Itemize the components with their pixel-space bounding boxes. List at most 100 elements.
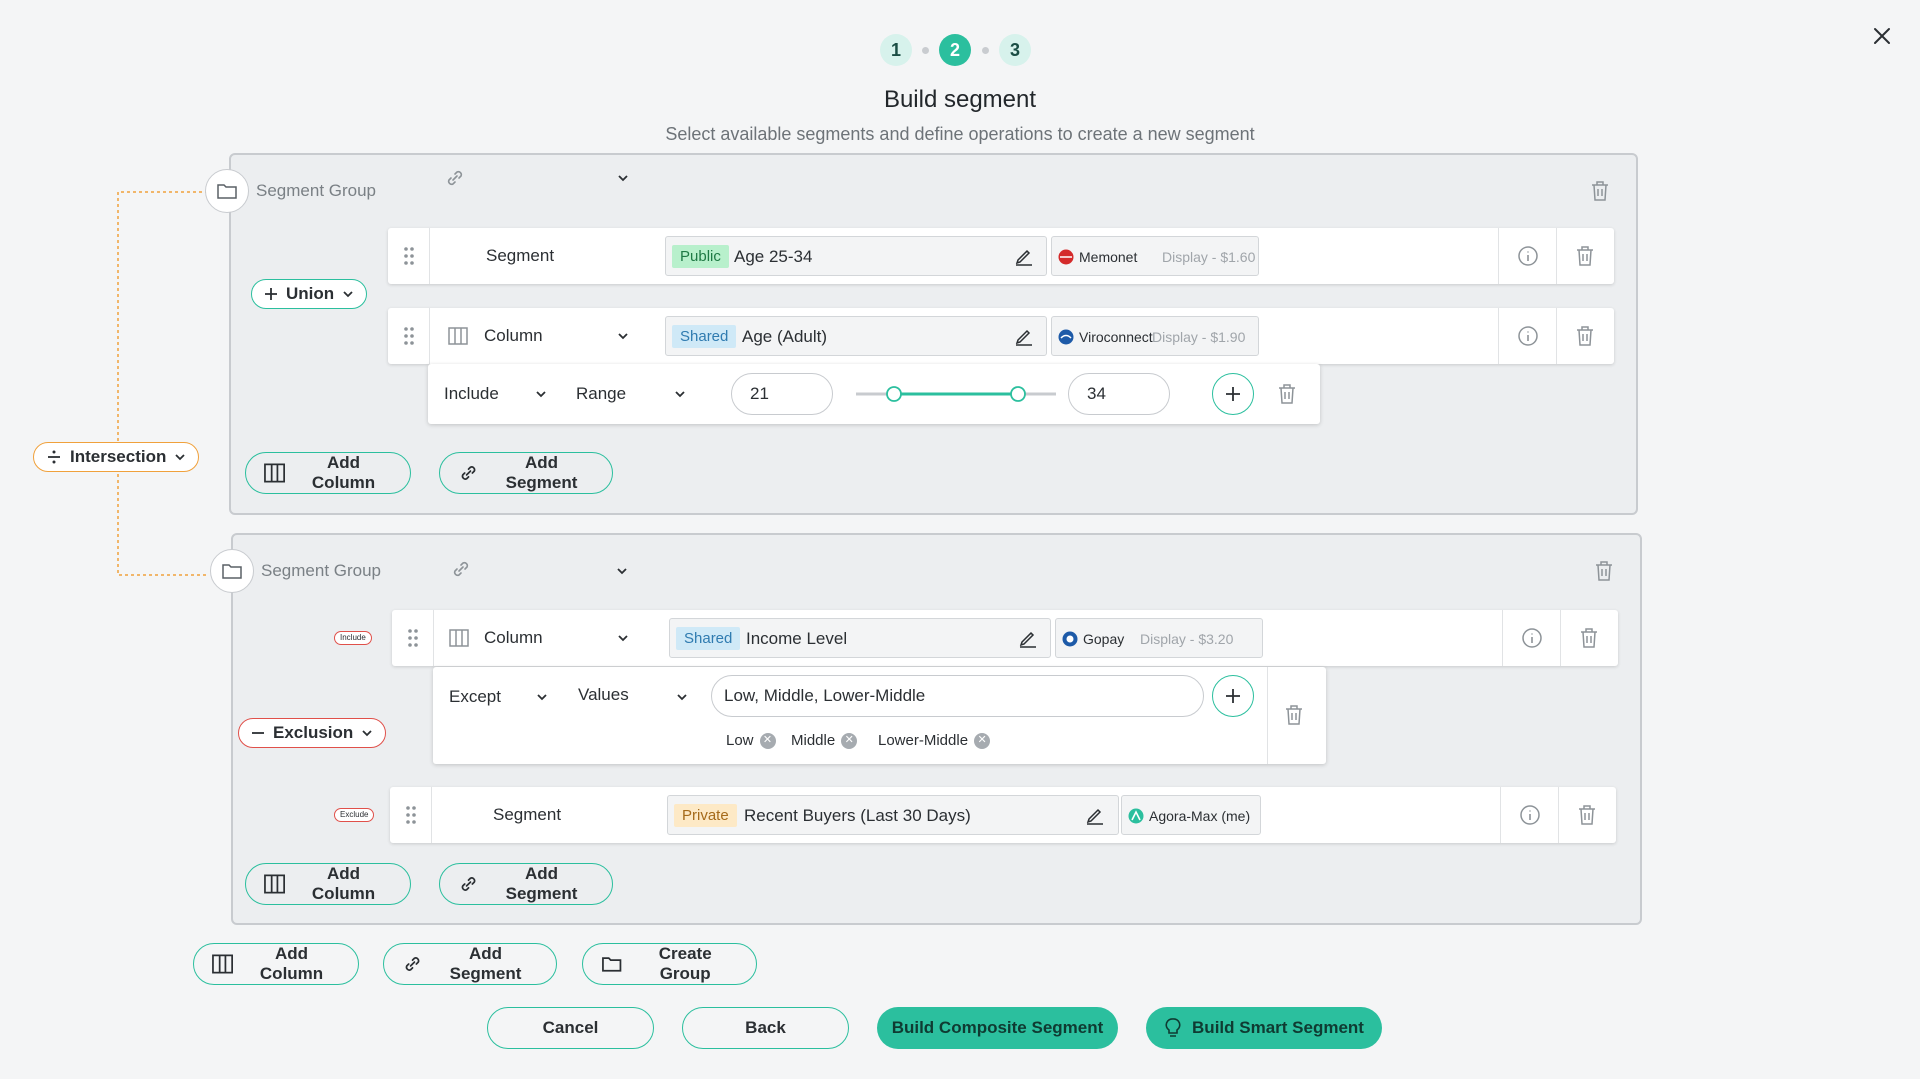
edit-icon[interactable] bbox=[1011, 323, 1037, 349]
edit-icon[interactable] bbox=[1082, 802, 1108, 828]
create-group-button[interactable]: Create Group bbox=[582, 943, 757, 985]
filter-op-select[interactable]: Values bbox=[578, 685, 629, 705]
add-value-button[interactable] bbox=[1212, 675, 1254, 717]
close-icon[interactable] bbox=[1870, 24, 1894, 48]
delete-group-icon[interactable] bbox=[1587, 178, 1613, 204]
edit-icon[interactable] bbox=[1011, 243, 1037, 269]
provider-field: Gopay Display - $3.20 bbox=[1055, 618, 1263, 658]
row-type-label: Column bbox=[484, 326, 543, 345]
add-filter-button[interactable] bbox=[1212, 373, 1254, 415]
back-button[interactable]: Back bbox=[682, 1007, 849, 1049]
step-2[interactable]: 2 bbox=[939, 34, 971, 66]
add-column-button[interactable]: Add Column bbox=[245, 863, 411, 905]
chevron-down-icon[interactable] bbox=[610, 165, 636, 191]
build-smart-segment-button[interactable]: Build Smart Segment bbox=[1146, 1007, 1382, 1049]
link-icon[interactable] bbox=[448, 556, 474, 582]
delete-icon[interactable] bbox=[1574, 802, 1600, 828]
value-chip: Middle ✕ bbox=[791, 732, 858, 749]
segment-field[interactable]: Private Recent Buyers (Last 30 Days) bbox=[667, 795, 1119, 835]
chevron-down-icon[interactable] bbox=[529, 684, 555, 710]
provider-name: Gopay bbox=[1083, 631, 1125, 647]
delete-icon[interactable] bbox=[1576, 625, 1602, 651]
value-chip: Lower-Middle ✕ bbox=[878, 732, 991, 749]
intersection-operator[interactable]: Intersection bbox=[33, 442, 200, 472]
lightbulb-icon bbox=[1165, 1018, 1181, 1037]
union-operator[interactable]: Union bbox=[251, 279, 368, 309]
memonet-logo-icon bbox=[1058, 249, 1074, 265]
step-2-label: 2 bbox=[949, 39, 960, 60]
chevron-down-icon[interactable] bbox=[669, 684, 695, 710]
group-label: Segment Group bbox=[261, 561, 382, 580]
column-icon bbox=[264, 463, 285, 483]
range-max-input[interactable]: 34 bbox=[1068, 373, 1170, 415]
chip-label: Middle bbox=[791, 732, 836, 749]
step-1[interactable]: 1 bbox=[880, 34, 912, 66]
column-row: Column Shared Age (Adult) Viroconnect Di… bbox=[388, 308, 1614, 364]
chevron-down-icon[interactable] bbox=[609, 558, 635, 584]
agora-logo-icon bbox=[1128, 808, 1144, 824]
step-dot bbox=[982, 47, 989, 54]
chevron-down-icon[interactable] bbox=[610, 323, 636, 349]
add-segment-button[interactable]: Add Segment bbox=[383, 943, 557, 985]
values-input[interactable]: Low, Middle, Lower-Middle bbox=[711, 675, 1204, 717]
range-min-input[interactable]: 21 bbox=[731, 373, 833, 415]
filter-mode-select[interactable]: Include bbox=[444, 384, 499, 404]
drag-handle-icon[interactable] bbox=[388, 228, 430, 284]
chevron-down-icon bbox=[343, 291, 353, 298]
cancel-button[interactable]: Cancel bbox=[487, 1007, 654, 1049]
divider bbox=[1502, 610, 1503, 666]
gopay-logo-icon bbox=[1062, 631, 1078, 647]
step-3[interactable]: 3 bbox=[999, 34, 1031, 66]
add-column-label: Add Column bbox=[259, 944, 324, 983]
create-group-label: Create Group bbox=[658, 944, 712, 983]
remove-chip-icon[interactable]: ✕ bbox=[974, 732, 991, 749]
info-icon[interactable] bbox=[1517, 802, 1543, 828]
drag-handle-icon[interactable] bbox=[390, 787, 432, 843]
chevron-down-icon[interactable] bbox=[528, 381, 554, 407]
status-badge: Shared bbox=[672, 325, 737, 348]
divider bbox=[1560, 610, 1561, 666]
add-segment-button[interactable]: Add Segment bbox=[439, 452, 613, 494]
remove-chip-icon[interactable]: ✕ bbox=[841, 732, 858, 749]
link-icon bbox=[405, 957, 420, 971]
add-column-button[interactable]: Add Column bbox=[193, 943, 359, 985]
drag-handle-icon[interactable] bbox=[392, 610, 434, 666]
add-column-button[interactable]: Add Column bbox=[245, 452, 411, 494]
provider-field: Memonet Display - $1.60 bbox=[1051, 236, 1259, 276]
info-icon[interactable] bbox=[1519, 625, 1545, 651]
slider-knob-max bbox=[1010, 386, 1026, 402]
link-icon bbox=[461, 466, 476, 480]
remove-chip-icon[interactable]: ✕ bbox=[759, 732, 776, 749]
filter-mode-select[interactable]: Except bbox=[449, 687, 501, 707]
chevron-down-icon[interactable] bbox=[610, 625, 636, 651]
filter-op-select[interactable]: Range bbox=[576, 384, 626, 404]
column-icon bbox=[449, 629, 469, 647]
info-icon[interactable] bbox=[1515, 323, 1541, 349]
range-slider[interactable] bbox=[856, 384, 1056, 404]
build-smart-label: Build Smart Segment bbox=[1192, 1018, 1364, 1037]
provider-field: Agora-Max (me) bbox=[1121, 795, 1261, 835]
delete-group-icon[interactable] bbox=[1591, 558, 1617, 584]
segment-field[interactable]: Public Age 25-34 bbox=[665, 236, 1047, 276]
provider-price: Display - $3.20 bbox=[1140, 631, 1234, 647]
delete-icon[interactable] bbox=[1274, 381, 1300, 407]
column-field[interactable]: Shared Income Level bbox=[669, 618, 1051, 658]
build-composite-segment-button[interactable]: Build Composite Segment bbox=[877, 1007, 1118, 1049]
link-icon[interactable] bbox=[442, 165, 468, 191]
drag-handle-icon[interactable] bbox=[388, 308, 430, 364]
chevron-down-icon[interactable] bbox=[667, 381, 693, 407]
edit-icon[interactable] bbox=[1015, 625, 1041, 651]
group-label: Segment Group bbox=[256, 181, 377, 200]
column-field[interactable]: Shared Age (Adult) bbox=[665, 316, 1047, 356]
info-icon[interactable] bbox=[1515, 243, 1541, 269]
provider-name: Viroconnect bbox=[1079, 329, 1153, 345]
delete-icon[interactable] bbox=[1572, 323, 1598, 349]
delete-icon[interactable] bbox=[1281, 702, 1307, 728]
add-segment-button[interactable]: Add Segment bbox=[439, 863, 613, 905]
add-segment-label: Add Segment bbox=[449, 944, 522, 983]
segment-name: Age 25-34 bbox=[734, 247, 813, 266]
divider bbox=[1558, 787, 1559, 843]
exclusion-operator[interactable]: Exclusion bbox=[238, 718, 387, 748]
delete-icon[interactable] bbox=[1572, 243, 1598, 269]
status-badge: Public bbox=[672, 245, 729, 268]
